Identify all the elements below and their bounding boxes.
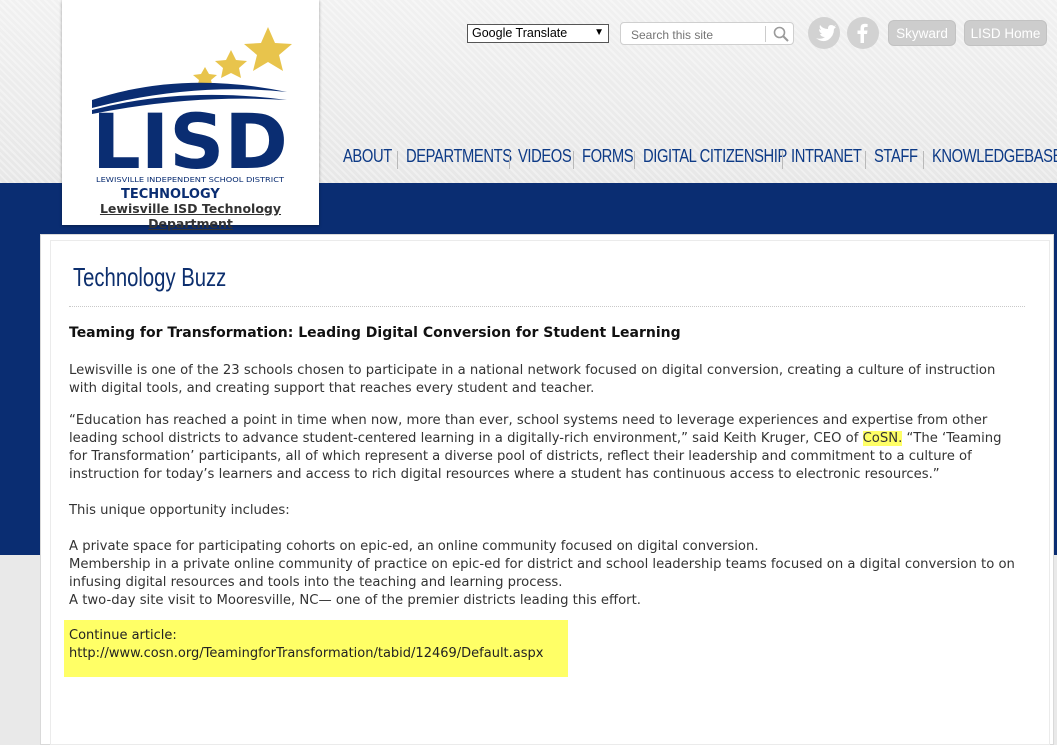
nav-item-knowledgebase[interactable]: KNOWLEDGEBASE xyxy=(932,146,1057,167)
nav-divider xyxy=(782,151,783,169)
google-translate-select[interactable]: Google Translate ▼ xyxy=(467,24,609,43)
article-paragraph: This unique opportunity includes: xyxy=(69,503,290,518)
lisd-logo-graphic: LISD LEWISVILLE INDEPENDENT SCHOOL DISTR… xyxy=(92,27,292,200)
nav-item-forms[interactable]: FORMS xyxy=(582,146,634,167)
site-name-link[interactable]: Lewisville ISD Technology Department xyxy=(62,201,319,231)
nav-divider xyxy=(509,151,510,169)
page-title: Technology Buzz xyxy=(73,262,227,292)
site-search xyxy=(620,22,794,45)
nav-item-staff[interactable]: STAFF xyxy=(874,146,918,167)
site-logo[interactable]: LISD LEWISVILLE INDEPENDENT SCHOOL DISTR… xyxy=(62,0,319,231)
nav-item-digital-citizenship[interactable]: DIGITAL CITIZENSHIP xyxy=(643,146,787,167)
list-item: A two-day site visit to Mooresville, NC—… xyxy=(69,593,641,608)
dropdown-arrow-icon: ▼ xyxy=(594,27,604,38)
search-input[interactable] xyxy=(629,25,763,44)
translate-label: Google Translate xyxy=(472,26,568,40)
nav-divider xyxy=(573,151,574,169)
nav-divider xyxy=(634,151,635,169)
list-item: A private space for participating cohort… xyxy=(69,539,759,554)
article-headline: Teaming for Transformation: Leading Digi… xyxy=(69,325,681,341)
logo-district-name: LEWISVILLE INDEPENDENT SCHOOL DISTRICT xyxy=(96,175,285,184)
title-divider xyxy=(69,306,1025,307)
list-item: Membership in a private online community… xyxy=(69,557,1015,590)
search-icon[interactable] xyxy=(772,25,790,47)
nav-item-about[interactable]: ABOUT xyxy=(343,146,392,167)
article-quote-paragraph: “Education has reached a point in time w… xyxy=(69,412,1019,484)
nav-divider xyxy=(397,151,398,169)
quote-text: “Education has reached a point in time w… xyxy=(69,413,988,446)
skyward-button[interactable]: Skyward xyxy=(888,20,956,46)
logo-wordmark: LISD xyxy=(92,97,288,186)
nav-divider xyxy=(923,151,924,169)
star-icon xyxy=(215,50,247,78)
highlighted-text: CoSN. xyxy=(862,431,903,446)
facebook-icon[interactable] xyxy=(847,17,879,49)
nav-item-intranet[interactable]: INTRANET xyxy=(791,146,862,167)
star-icon xyxy=(244,27,292,71)
nav-item-videos[interactable]: VIDEOS xyxy=(518,146,572,167)
nav-item-departments[interactable]: DEPARTMENTS xyxy=(406,146,512,167)
continue-article-label: Continue article: xyxy=(69,628,177,643)
continue-article-link[interactable]: http://www.cosn.org/TeamingforTransforma… xyxy=(69,646,543,661)
nav-divider xyxy=(865,151,866,169)
logo-department-name: TECHNOLOGY xyxy=(121,187,220,200)
search-divider xyxy=(765,26,766,42)
article-paragraph: Lewisville is one of the 23 schools chos… xyxy=(69,363,996,396)
lisd-home-button[interactable]: LISD Home xyxy=(964,20,1047,46)
twitter-icon[interactable] xyxy=(808,17,840,49)
